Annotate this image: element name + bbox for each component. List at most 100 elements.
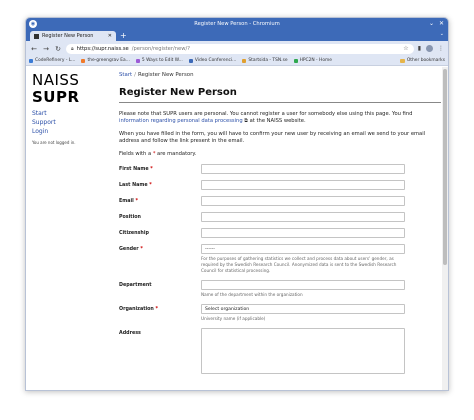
address-textarea[interactable] [201, 328, 405, 374]
bookmark-label: 5 Ways to Edit W... [141, 58, 183, 63]
sidebar-link-login[interactable]: Login [32, 128, 110, 135]
organization-help-text: University name (if applicable) [201, 316, 266, 321]
gender-row: Gender * ------ For the purposes of gath… [119, 244, 441, 274]
browser-window: ◉ Register New Person - Chromium ⌄ ✕ Reg… [25, 17, 449, 391]
side-panel-icon[interactable]: ▮ [418, 45, 421, 52]
gender-select[interactable]: ------ [201, 244, 405, 254]
bookmark-favicon-icon [188, 58, 193, 63]
register-form: First Name * Last Name * Email * Positio… [119, 164, 441, 374]
last-name-label-text: Last Name [119, 183, 148, 188]
sidebar-link-start[interactable]: Start [32, 110, 110, 117]
gender-help-text: For the purposes of gathering statistics… [201, 256, 397, 273]
bookmark-item[interactable]: Startsida - TSN.se [242, 58, 288, 63]
page-title: Register New Person [119, 87, 441, 103]
supr-logo[interactable]: SUPR [32, 89, 110, 106]
breadcrumb: Start / Register New Person [119, 72, 441, 78]
bookmark-label: CodeRefinery - L... [35, 58, 76, 63]
minimize-icon[interactable]: ⌄ [429, 20, 434, 28]
address-label: Address [119, 331, 141, 336]
organization-label: Organization * [119, 304, 201, 312]
bookmark-item[interactable]: the-greengrav Ea... [81, 58, 130, 63]
tab-register-new-person[interactable]: Register New Person ✕ [30, 31, 116, 41]
organization-label-text: Organization [119, 307, 154, 312]
bookmark-favicon-icon [81, 58, 86, 63]
tab-title: Register New Person [42, 33, 94, 39]
position-label: Position [119, 215, 141, 220]
bookmark-item[interactable]: Video Conferenci... [188, 58, 237, 63]
close-icon[interactable]: ✕ [439, 20, 444, 28]
breadcrumb-current: Register New Person [138, 72, 194, 78]
intro-p1-end: at the NAISS website. [247, 118, 306, 124]
intro-paragraph-personal: Please note that SUPR users are personal… [119, 111, 441, 125]
title-bar: ◉ Register New Person - Chromium ⌄ ✕ [26, 18, 448, 30]
citizenship-label: Citizenship [119, 231, 149, 236]
first-name-label: First Name * [119, 164, 201, 172]
first-name-row: First Name * [119, 164, 441, 174]
personal-data-link[interactable]: information regarding personal data proc… [119, 118, 243, 124]
scrollbar[interactable] [442, 67, 448, 390]
organization-row: Organization * Select organization Unive… [119, 304, 441, 322]
tab-strip: Register New Person ✕ + ⌄ [26, 30, 448, 41]
bookmark-label: HPC2N - Home [299, 58, 332, 63]
back-icon[interactable]: ← [30, 45, 38, 53]
bookmark-favicon-icon [135, 58, 140, 63]
citizenship-row: Citizenship [119, 228, 441, 238]
profile-avatar[interactable] [426, 45, 433, 52]
folder-icon [399, 58, 405, 63]
bookmark-star-icon[interactable]: ☆ [403, 45, 408, 52]
last-name-input[interactable] [201, 180, 405, 190]
browser-toolbar: ← → ↻ 🔒︎ https://supr.naiss.se/person/re… [26, 41, 448, 56]
citizenship-input[interactable] [201, 228, 405, 238]
gender-label: Gender * [119, 244, 201, 252]
new-tab-icon[interactable]: + [120, 31, 127, 41]
bookmark-item[interactable]: HPC2N - Home [293, 58, 332, 63]
bookmark-item[interactable]: 5 Ways to Edit W... [135, 58, 183, 63]
chromium-icon: ◉ [29, 20, 37, 28]
email-required-star: * [135, 199, 138, 204]
mandatory-text: Fields with a [119, 151, 153, 157]
gender-required-star: * [140, 247, 143, 252]
position-input[interactable] [201, 212, 405, 222]
sidebar-link-support[interactable]: Support [32, 119, 110, 126]
other-bookmarks[interactable]: Other bookmarks [399, 58, 445, 63]
main-content: Start / Register New Person Register New P… [119, 72, 441, 380]
department-input[interactable] [201, 280, 405, 290]
bookmark-label: Startsida - TSN.se [248, 58, 288, 63]
first-name-input[interactable] [201, 164, 405, 174]
organization-select[interactable]: Select organization [201, 304, 405, 314]
intro-paragraph-confirm: When you have filled in the form, you wi… [119, 131, 426, 144]
intro-paragraph-mandatory: Fields with a * are mandatory. [119, 151, 441, 158]
menu-kebab-icon[interactable]: ⋮ [438, 45, 444, 52]
bookmark-label: the-greengrav Ea... [87, 58, 130, 63]
reload-icon[interactable]: ↻ [54, 45, 62, 53]
email-label-text: Email [119, 199, 134, 204]
address-bar[interactable]: 🔒︎ https://supr.naiss.se/person/register… [66, 43, 414, 54]
email-field[interactable] [201, 196, 405, 206]
first-name-required-star: * [150, 167, 153, 172]
bookmark-favicon-icon [29, 58, 33, 63]
email-row: Email * [119, 196, 441, 206]
naiss-logo[interactable]: NAISS [32, 72, 110, 89]
last-name-required-star: * [149, 183, 152, 188]
forward-icon[interactable]: → [42, 45, 50, 53]
lock-icon[interactable]: 🔒︎ [71, 46, 74, 52]
breadcrumb-separator: / [134, 72, 136, 78]
supr-favicon-icon [34, 33, 39, 39]
other-bookmarks-label: Other bookmarks [406, 58, 445, 63]
gender-label-text: Gender [119, 247, 139, 252]
tab-close-icon[interactable]: ✕ [108, 33, 112, 39]
department-help-text: Name of the department within the organi… [201, 292, 303, 297]
department-label: Department [119, 283, 152, 288]
sidebar-links: Start Support Login [32, 110, 110, 135]
url-path: /person/register/new/? [131, 45, 190, 52]
breadcrumb-start-link[interactable]: Start [119, 72, 132, 78]
intro-text: Please note that SUPR users are personal… [119, 111, 441, 158]
intro-p1-text: Please note that SUPR users are personal… [119, 111, 413, 117]
tab-search-chevron-icon[interactable]: ⌄ [440, 31, 444, 37]
bookmark-item[interactable]: CodeRefinery - L... [29, 58, 75, 63]
bookmark-favicon-icon [293, 58, 298, 63]
scrollbar-thumb[interactable] [443, 69, 447, 265]
organization-required-star: * [155, 307, 159, 312]
login-status-note: You are not logged in. [32, 140, 76, 145]
bookmark-label: Video Conferenci... [194, 58, 237, 63]
